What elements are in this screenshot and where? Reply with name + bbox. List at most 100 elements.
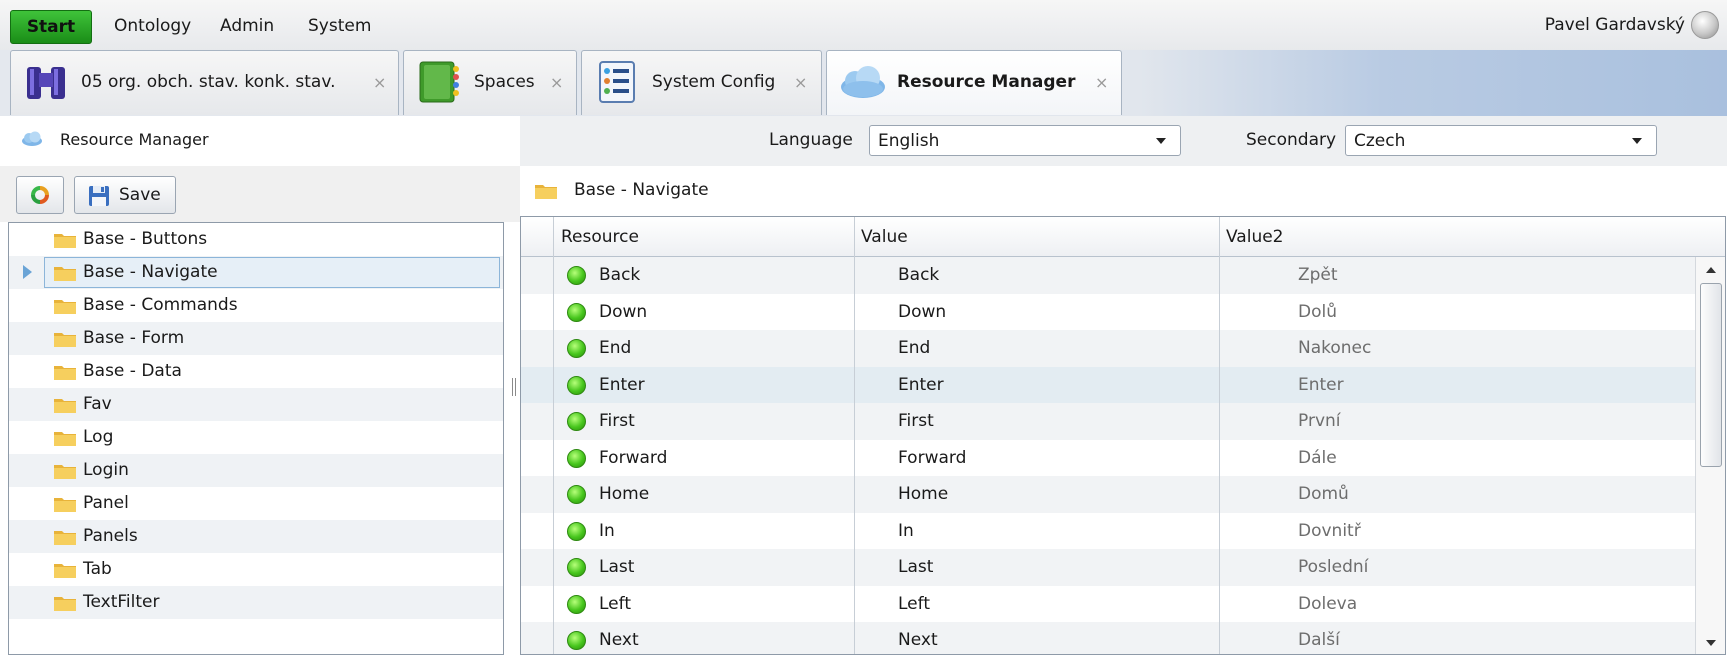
column-header-value[interactable]: Value (861, 227, 908, 247)
menu-admin[interactable]: Admin (220, 16, 274, 36)
cell-value2[interactable]: Dovnitř (1298, 521, 1361, 541)
cell-resource[interactable]: In (599, 521, 615, 541)
cell-value2[interactable]: Zpět (1298, 265, 1338, 285)
tree-item-login[interactable]: Login (9, 454, 503, 487)
vertical-scrollbar[interactable] (1695, 257, 1725, 654)
cell-value2[interactable]: Další (1298, 630, 1340, 650)
cell-resource[interactable]: Last (599, 557, 634, 577)
table-row[interactable]: End End Nakonec (521, 330, 1695, 367)
cell-resource[interactable]: Home (599, 484, 649, 504)
folder-icon (54, 366, 76, 380)
tree-item-label: Login (83, 460, 129, 480)
top-menu-bar: Start Ontology Admin System Pavel Gardav… (0, 0, 1727, 50)
cell-value2[interactable]: První (1298, 411, 1341, 431)
language-select[interactable]: English (869, 125, 1181, 156)
user-avatar[interactable] (1691, 11, 1719, 39)
close-icon[interactable]: × (794, 73, 807, 92)
save-button[interactable]: Save (74, 176, 176, 214)
status-dot-icon (567, 302, 586, 322)
table-row[interactable]: Next Next Další (521, 622, 1695, 654)
scroll-thumb[interactable] (1700, 283, 1722, 467)
resource-tree[interactable]: Base - Buttons Base - Navigate Base - Co… (8, 222, 504, 655)
status-dot-icon (567, 339, 586, 358)
cell-value2[interactable]: Enter (1298, 375, 1344, 395)
cell-value2[interactable]: Dále (1298, 448, 1337, 468)
cell-resource[interactable]: Next (599, 630, 639, 650)
cloud-icon (22, 131, 42, 146)
cell-value[interactable]: End (898, 338, 930, 358)
tab-strip: 05 org. obch. stav. konk. stav. × Spaces… (0, 50, 1727, 116)
cell-value[interactable]: Forward (898, 448, 966, 468)
cell-value[interactable]: Down (898, 302, 946, 322)
tree-item-label: Base - Buttons (83, 229, 208, 249)
start-button[interactable]: Start (10, 10, 92, 44)
tree-item-panel[interactable]: Panel (9, 487, 503, 520)
cell-value2[interactable]: Dolů (1298, 302, 1337, 322)
folder-icon (54, 300, 76, 314)
cell-value2[interactable]: Domů (1298, 484, 1349, 504)
tree-item-base-data[interactable]: Base - Data (9, 355, 503, 388)
scroll-up-icon[interactable] (1706, 267, 1716, 273)
close-icon[interactable]: × (373, 73, 386, 92)
column-header-resource[interactable]: Resource (561, 227, 639, 247)
table-row[interactable]: Last Last Poslední (521, 549, 1695, 586)
table-row[interactable]: Home Home Domů (521, 476, 1695, 513)
tree-item-base-form[interactable]: Base - Form (9, 322, 503, 355)
tab-resource-manager[interactable]: Resource Manager × (826, 50, 1122, 115)
tab-system-config[interactable]: System Config × (581, 50, 822, 115)
cell-value2[interactable]: Poslední (1298, 557, 1368, 577)
close-icon[interactable]: × (550, 73, 563, 92)
tab-spaces[interactable]: Spaces × (403, 50, 577, 115)
table-row[interactable]: Forward Forward Dále (521, 440, 1695, 477)
tree-item-base-commands[interactable]: Base - Commands (9, 289, 503, 322)
cell-value[interactable]: Back (898, 265, 939, 285)
cell-value[interactable]: Home (898, 484, 948, 504)
table-row[interactable]: Left Left Doleva (521, 586, 1695, 623)
cell-resource[interactable]: Forward (599, 448, 667, 468)
folder-icon (54, 597, 76, 611)
cell-value[interactable]: In (898, 521, 914, 541)
tab-org-obch[interactable]: 05 org. obch. stav. konk. stav. × (10, 50, 399, 115)
tree-item-panels[interactable]: Panels (9, 520, 503, 553)
cell-resource[interactable]: Back (599, 265, 640, 285)
splitter-grip (512, 378, 513, 396)
refresh-button[interactable] (16, 176, 64, 214)
cell-value[interactable]: First (898, 411, 934, 431)
user-name[interactable]: Pavel Gardavský (1545, 15, 1685, 35)
cell-value[interactable]: Next (898, 630, 938, 650)
cell-resource[interactable]: End (599, 338, 631, 358)
expand-arrow-icon[interactable] (23, 265, 32, 279)
cell-value[interactable]: Left (898, 594, 930, 614)
status-dot-icon (567, 558, 586, 577)
cell-resource[interactable]: Down (599, 302, 647, 322)
panel-splitter[interactable] (510, 378, 520, 408)
table-row[interactable]: Enter Enter Enter (521, 366, 1695, 403)
cell-value2[interactable]: Nakonec (1298, 338, 1371, 358)
tree-item-base-buttons[interactable]: Base - Buttons (9, 223, 503, 256)
menu-system[interactable]: System (308, 16, 371, 36)
cell-value2[interactable]: Doleva (1298, 594, 1357, 614)
tree-item-textfilter[interactable]: TextFilter (9, 586, 503, 619)
cell-value[interactable]: Enter (898, 375, 944, 395)
column-divider (1219, 217, 1220, 654)
cell-resource[interactable]: Left (599, 594, 631, 614)
table-row[interactable]: First First První (521, 403, 1695, 440)
tree-item-label: Panels (83, 526, 138, 546)
scroll-down-icon[interactable] (1706, 640, 1716, 646)
column-header-value2[interactable]: Value2 (1226, 227, 1284, 247)
tree-item-base-navigate[interactable]: Base - Navigate (9, 256, 503, 289)
cell-resource[interactable]: Enter (599, 375, 645, 395)
table-row[interactable]: Back Back Zpět (521, 257, 1695, 294)
table-row[interactable]: In In Dovnitř (521, 513, 1695, 550)
status-dot-icon (567, 594, 586, 614)
secondary-select[interactable]: Czech (1345, 125, 1657, 156)
cell-resource[interactable]: First (599, 411, 635, 431)
menu-ontology[interactable]: Ontology (114, 16, 191, 36)
close-icon[interactable]: × (1095, 73, 1108, 92)
tree-item-log[interactable]: Log (9, 421, 503, 454)
tree-item-fav[interactable]: Fav (9, 388, 503, 421)
cell-value[interactable]: Last (898, 557, 933, 577)
tree-item-tab[interactable]: Tab (9, 553, 503, 586)
table-row[interactable]: Down Down Dolů (521, 294, 1695, 331)
resource-grid[interactable]: Resource Value Value2 Back Back Zpět Down Do… (520, 216, 1726, 655)
